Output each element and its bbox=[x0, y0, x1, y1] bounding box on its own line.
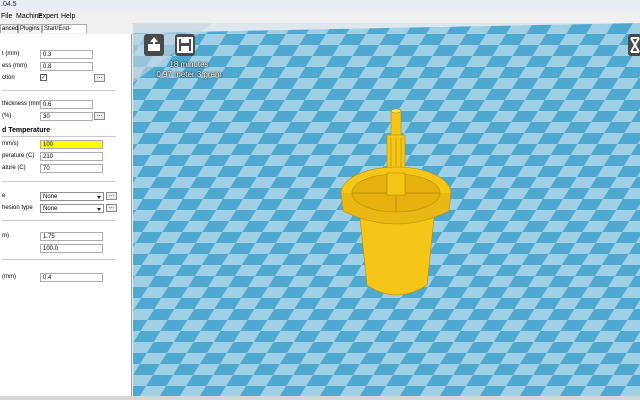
layer-height-input[interactable]: 0.3 bbox=[40, 50, 93, 59]
window-title: .04.5 bbox=[1, 1, 17, 8]
shell-thickness-label: ess (mm) bbox=[2, 63, 27, 69]
support-more-button[interactable]: ... bbox=[106, 192, 117, 200]
section-divider bbox=[2, 181, 116, 182]
chevron-down-icon bbox=[97, 208, 101, 211]
load-model-icon[interactable] bbox=[144, 34, 164, 56]
support-type-label: e bbox=[2, 193, 6, 199]
save-gcode-icon[interactable] bbox=[175, 34, 195, 56]
bottom-top-thickness-input[interactable]: 0.6 bbox=[40, 100, 93, 109]
fill-density-label: (%) bbox=[2, 113, 12, 119]
fill-density-input[interactable]: 30 bbox=[40, 112, 93, 121]
settings-tabs: anced Plugins Start/End-GCode bbox=[0, 23, 132, 41]
menu-help[interactable]: Help bbox=[61, 13, 75, 20]
bottom-top-thickness-label: thickness (mm) bbox=[2, 101, 43, 107]
layer-height-label: t (mm) bbox=[2, 51, 20, 57]
tab-plugins[interactable]: Plugins bbox=[18, 24, 42, 33]
flow-input[interactable]: 100.0 bbox=[40, 244, 103, 253]
filament-diameter-label: m) bbox=[2, 233, 9, 239]
status-bar bbox=[0, 396, 640, 400]
print-material-text: 0.97 meter 3 gram bbox=[156, 70, 222, 79]
section-divider bbox=[2, 90, 116, 91]
tab-advanced[interactable]: anced bbox=[0, 24, 18, 33]
support-type-value: None bbox=[43, 194, 58, 200]
retraction-label: ction bbox=[2, 75, 15, 81]
platform-adhesion-select[interactable]: None bbox=[40, 204, 104, 213]
printing-temperature-input[interactable]: 210 bbox=[40, 152, 103, 161]
menu-expert[interactable]: Expert bbox=[38, 13, 58, 20]
support-type-select[interactable]: None bbox=[40, 192, 104, 201]
title-bar: .04.5 bbox=[0, 0, 640, 11]
nozzle-size-input[interactable]: 0.4 bbox=[40, 273, 103, 282]
speed-temperature-header: d Temperature bbox=[2, 127, 51, 134]
platform-adhesion-value: None bbox=[43, 206, 58, 212]
bed-temperature-label: ature (C) bbox=[2, 165, 26, 171]
menu-file[interactable]: File bbox=[1, 13, 12, 20]
shell-thickness-input[interactable]: 0.8 bbox=[40, 62, 93, 71]
section-divider bbox=[2, 136, 116, 137]
print-speed-input[interactable]: 100 bbox=[40, 140, 103, 149]
tab-start-end-gcode[interactable]: Start/End-GCode bbox=[42, 24, 87, 41]
print-time-text: 18 minutes bbox=[169, 60, 209, 69]
view-mode-icon[interactable] bbox=[628, 34, 640, 56]
printing-temperature-label: perature (C) bbox=[2, 153, 35, 159]
section-divider bbox=[2, 259, 116, 260]
nozzle-size-label: (mm) bbox=[2, 274, 16, 280]
retraction-more-button[interactable]: ... bbox=[94, 74, 105, 82]
3d-viewport[interactable]: 18 minutes 0.97 meter 3 gram bbox=[133, 23, 640, 396]
fill-density-more-button[interactable]: ... bbox=[94, 112, 105, 120]
settings-panel: t (mm) 0.3 ess (mm) 0.8 ction ✓ ... thic… bbox=[0, 34, 132, 396]
chevron-down-icon bbox=[97, 196, 101, 199]
bed-temperature-input[interactable]: 70 bbox=[40, 164, 103, 173]
adhesion-more-button[interactable]: ... bbox=[106, 204, 117, 212]
print-speed-label: mm/s) bbox=[2, 141, 19, 147]
platform-adhesion-label: hesion type bbox=[2, 205, 33, 211]
retraction-checkbox[interactable]: ✓ bbox=[40, 74, 47, 81]
section-divider bbox=[2, 220, 116, 221]
filament-diameter-input[interactable]: 1.75 bbox=[40, 232, 103, 241]
